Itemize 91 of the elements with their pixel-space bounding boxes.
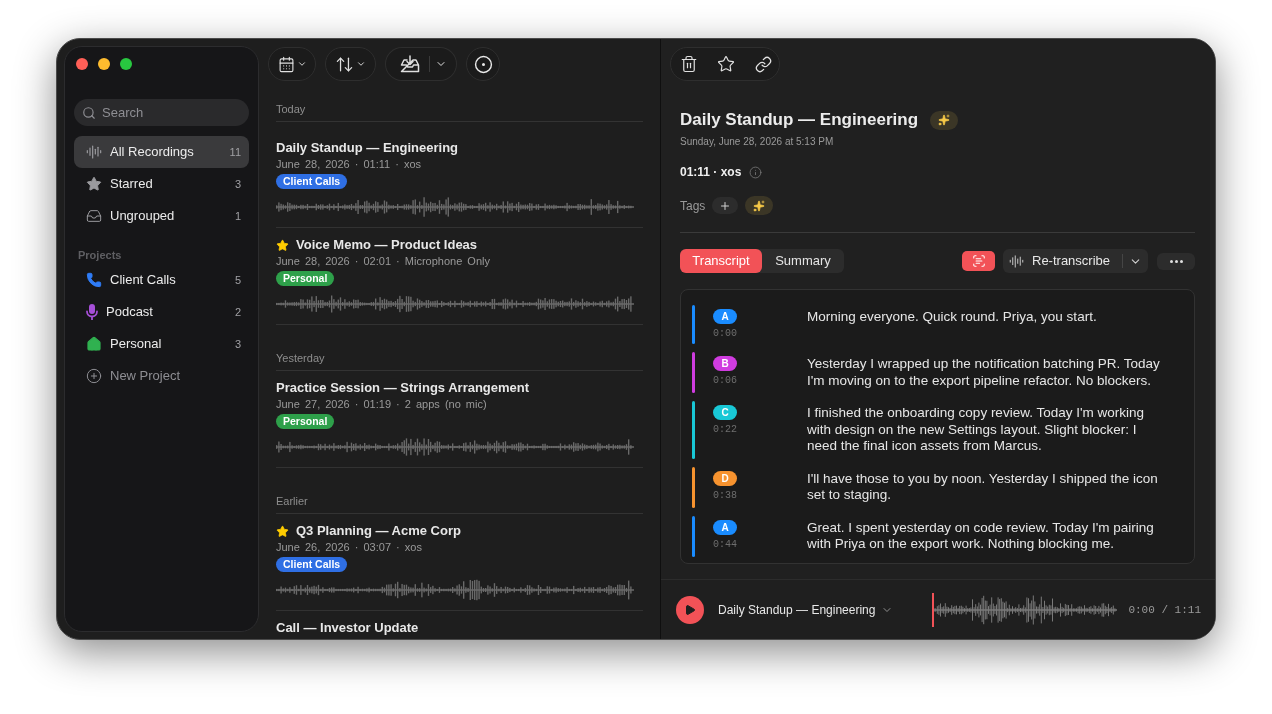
- search-field[interactable]: Search: [74, 99, 249, 126]
- recording-title[interactable]: Practice Session — Strings Arrangement: [276, 380, 530, 396]
- timestamp: 0:00: [713, 327, 737, 340]
- sort-button[interactable]: [325, 47, 376, 81]
- calendar-button[interactable]: [268, 47, 316, 81]
- recording-dropdown[interactable]: Daily Standup — Engineering: [718, 601, 894, 618]
- speaker-badge: A: [713, 519, 737, 535]
- project-tag: Personal: [276, 271, 335, 286]
- star-icon: [86, 176, 102, 192]
- recording-meta: June 28, 2026 · 01:11 · xos: [276, 157, 422, 171]
- scan-text-icon: [971, 254, 986, 268]
- speaker-badge: A: [713, 309, 737, 324]
- waveform-icon: [1009, 253, 1024, 269]
- speaker-badge: D: [713, 470, 737, 486]
- tab[interactable]: Summary: [762, 249, 844, 273]
- recording-title: Daily Standup — Engineering: [680, 109, 919, 131]
- sparkle-button[interactable]: [745, 196, 774, 215]
- sparkle-icon: [753, 199, 766, 212]
- recording-title[interactable]: Call — Investor Update: [276, 620, 419, 636]
- scan-text-button[interactable]: [962, 251, 995, 271]
- play-icon: [684, 603, 696, 616]
- new-project-button[interactable]: New Project: [74, 360, 249, 392]
- chevron-down-icon: [356, 59, 366, 69]
- sidebar-item[interactable]: All Recordings 11: [74, 136, 249, 168]
- waveform-icon: [86, 144, 102, 160]
- recording-title[interactable]: Voice Memo — Product Ideas: [296, 237, 478, 253]
- sidebar-item[interactable]: Personal 3: [74, 328, 249, 360]
- project-tag: Client Calls: [276, 557, 348, 572]
- item-count: 1: [234, 209, 241, 223]
- trash-icon: [680, 55, 698, 73]
- sidebar-item[interactable]: Ungrouped 1: [74, 200, 249, 232]
- transcript-text: Morning everyone. Quick round. Priya, you start.: [807, 309, 1098, 326]
- more-button[interactable]: [1157, 252, 1195, 270]
- timestamp: 0:06: [713, 374, 737, 387]
- plus-circle-icon: [86, 368, 102, 384]
- re-transcribe-menu-button[interactable]: [1122, 249, 1148, 273]
- tray-download-icon: [399, 55, 420, 73]
- window-minimize-button[interactable]: [98, 58, 110, 70]
- chevron-down-icon: [296, 59, 307, 69]
- sidebar-item[interactable]: Podcast 2: [74, 296, 249, 328]
- add-tag-button[interactable]: [712, 197, 739, 214]
- search-icon: [82, 105, 96, 120]
- transcript-text: Great. I spent yesterday on code review. Today I'm pairing with Priya on the export work. Nothing blocking me.: [807, 519, 1155, 553]
- window-zoom-button[interactable]: [120, 58, 132, 70]
- sidebar-item[interactable]: Starred 3: [74, 168, 249, 200]
- recording-title[interactable]: Daily Standup — Engineering: [276, 140, 459, 156]
- speaker-badge: C: [713, 405, 737, 420]
- recording-meta: June 27, 2026 · 01:19 · 2 apps (no mic): [276, 397, 487, 411]
- info-icon: [749, 165, 763, 179]
- transcript-text: I finished the onboarding copy review. Today I'm working with design on the new Settings layout. Slight blocker: I need the final icon assets from Marcus.: [807, 405, 1146, 455]
- record-button[interactable]: [466, 47, 500, 81]
- more-icon: [1169, 259, 1183, 263]
- recording-title[interactable]: Q3 Planning — Acme Corp: [296, 523, 461, 539]
- import-button[interactable]: [385, 47, 429, 81]
- plus-icon: [719, 199, 732, 212]
- item-count: 11: [229, 145, 241, 159]
- sparkle-icon: [938, 114, 951, 126]
- timestamp: 0:44: [713, 537, 737, 551]
- link-icon: [754, 55, 772, 73]
- recording-meta: June 26, 2026 · 03:07 · xos: [276, 540, 422, 554]
- duration-source: 01:11 · xos: [680, 164, 742, 180]
- item-count: 2: [234, 305, 241, 319]
- item-count: 3: [234, 177, 241, 191]
- timestamp: 0:38: [713, 488, 737, 502]
- re-transcribe-button[interactable]: Re-transcribe: [1003, 249, 1122, 273]
- playback-time: 0:00 / 1:11: [1128, 602, 1201, 617]
- sidebar-item[interactable]: Client Calls 5: [74, 264, 249, 296]
- sparkle-button[interactable]: [930, 110, 959, 130]
- waveform-scrubber[interactable]: [932, 592, 1117, 627]
- item-count: 3: [234, 337, 241, 351]
- speaker-badge: B: [713, 356, 737, 371]
- item-count: 5: [234, 273, 241, 287]
- record-icon: [473, 54, 493, 74]
- tags-label: Tags: [680, 197, 706, 214]
- section-heading: Yesterday: [276, 351, 325, 365]
- section-heading: Earlier: [276, 494, 308, 508]
- section-heading: Projects: [77, 248, 122, 262]
- project-tag: Client Calls: [276, 174, 348, 189]
- tray-icon: [86, 208, 102, 224]
- calendar-icon: [277, 55, 295, 73]
- window-close-button[interactable]: [76, 58, 88, 70]
- play-button[interactable]: [676, 595, 704, 624]
- transcript-text: Yesterday I wrapped up the notification batching PR. Today I'm moving on to the export pipeline refactor. No blockers.: [807, 356, 1161, 389]
- transcript-text: I'll have those to you by noon. Yesterday I shipped the icon set to staging.: [807, 470, 1159, 504]
- sort-arrows-icon: [335, 54, 354, 74]
- star-icon: [717, 55, 735, 73]
- timestamp: 0:22: [713, 423, 737, 436]
- recording-meta: June 28, 2026 · 02:01 · Microphone Only: [276, 254, 490, 268]
- recording-date: Sunday, June 28, 2026 at 5:13 PM: [680, 135, 834, 148]
- section-heading: Today: [276, 102, 306, 116]
- project-tag: Personal: [276, 414, 335, 429]
